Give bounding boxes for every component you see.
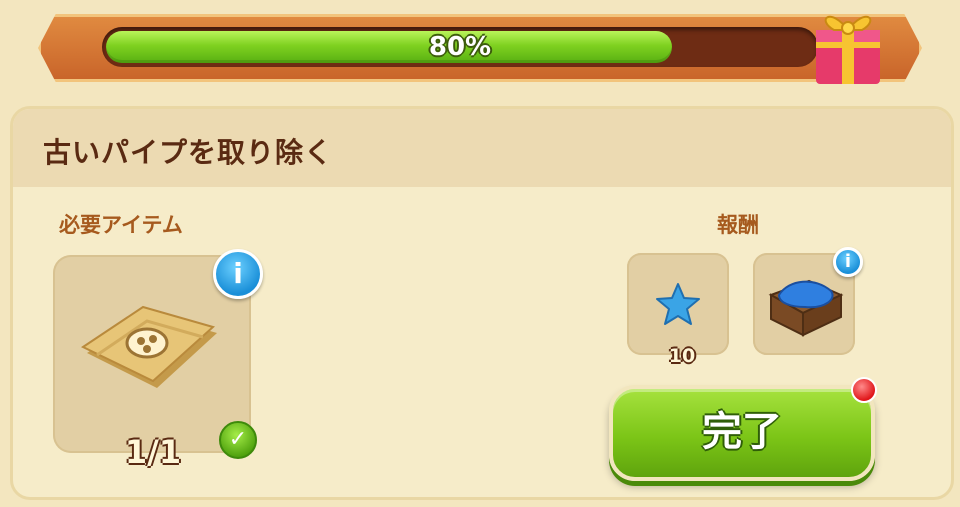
map-scroll-icon [80,305,217,388]
reward-quantity: 10 [668,345,696,367]
item-count: 1/1 [124,433,182,471]
item-info-button[interactable]: i [213,249,263,299]
reward-slot-star[interactable] [627,253,729,355]
notification-dot [851,377,877,403]
blue-star-icon [656,283,700,325]
reward-info-button[interactable]: i [833,247,863,277]
gift-box-icon[interactable] [808,0,888,88]
complete-button[interactable]: 完了 [609,385,875,481]
quest-panel: 古いパイプを取り除く 必要アイテム 報酬 i 1/1 ✓ 10 i 完了 [10,106,954,500]
check-icon: ✓ [219,421,257,459]
quest-header: 古いパイプを取り除く [13,109,951,187]
progress-percent: 80% [428,32,492,62]
rewards-label: 報酬 [717,213,759,237]
quest-title: 古いパイプを取り除く [43,136,334,169]
required-items-label: 必要アイテム [59,213,183,237]
crate-blue-cloth-icon [768,279,844,337]
